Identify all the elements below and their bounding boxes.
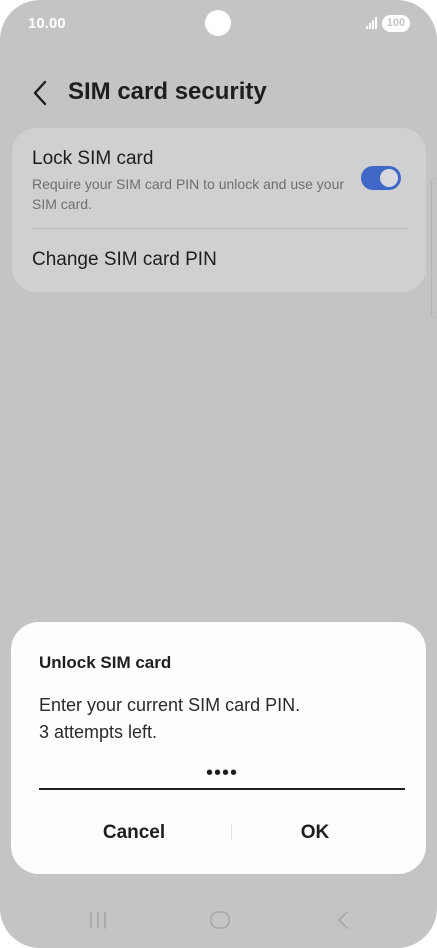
dialog-title: Unlock SIM card (39, 653, 172, 672)
unlock-sim-dialog: Unlock SIM card Enter your current SIM c… (11, 622, 426, 874)
camera-cutout (205, 10, 231, 36)
status-time: 10.00 (28, 15, 66, 32)
ok-button[interactable]: OK (230, 816, 400, 850)
nav-back-button[interactable] (328, 905, 358, 935)
recents-icon (90, 911, 106, 929)
scroll-indicator (431, 178, 436, 318)
lock-sim-toggle[interactable] (361, 166, 401, 190)
settings-card: Lock SIM card Require your SIM card PIN … (12, 128, 426, 292)
signal-icon (366, 17, 377, 29)
phone-screen: 10.00 100 SIM card security Lock SIM car… (0, 0, 437, 948)
cancel-button[interactable]: Cancel (49, 816, 219, 850)
chevron-left-icon (33, 80, 47, 106)
battery-icon: 100 (382, 15, 410, 32)
home-button[interactable] (205, 905, 235, 935)
recents-button[interactable] (83, 905, 113, 935)
dialog-message: Enter your current SIM card PIN. 3 attem… (39, 692, 399, 746)
back-button[interactable] (28, 78, 56, 108)
lock-sim-title: Lock SIM card (32, 148, 154, 169)
toggle-knob (380, 169, 398, 187)
nav-back-icon (338, 911, 348, 929)
dialog-attempts-line: 3 attempts left. (39, 722, 158, 742)
change-sim-pin-item[interactable]: Change SIM card PIN (32, 249, 217, 271)
page-title: SIM card security (68, 78, 267, 105)
pin-input[interactable] (39, 758, 405, 790)
lock-sim-description: Require your SIM card PIN to unlock and … (32, 176, 345, 212)
dialog-message-line: Enter your current SIM card PIN. (39, 695, 301, 715)
divider (32, 228, 408, 229)
home-icon (210, 911, 230, 929)
